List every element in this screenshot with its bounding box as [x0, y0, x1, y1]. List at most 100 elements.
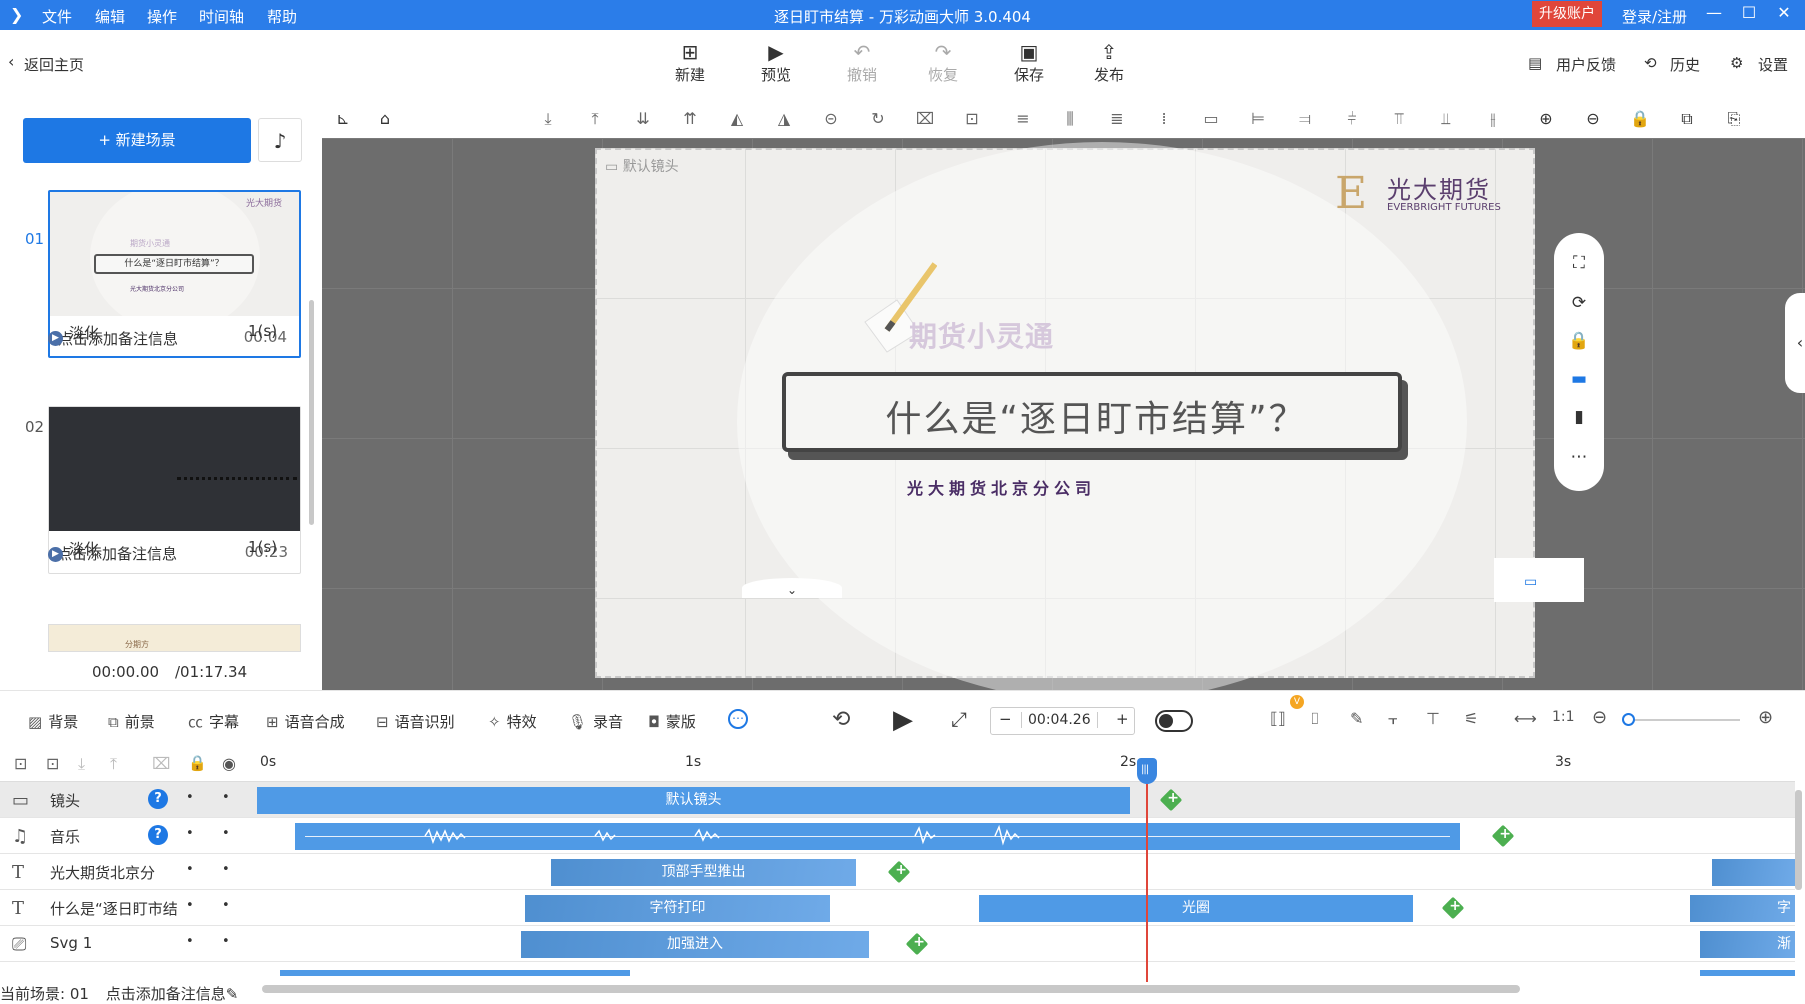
- transition-01[interactable]: ▶ 淡化: [48, 322, 99, 346]
- focus-icon[interactable]: ⊡: [961, 108, 983, 130]
- track-camera[interactable]: ▭ 镜头 ? • •: [0, 782, 255, 818]
- clip-title-typing[interactable]: 字符打印: [525, 895, 830, 922]
- clip-svg-enter[interactable]: 加强进入: [521, 931, 869, 958]
- camera-icon[interactable]: ⌷: [1310, 709, 1320, 729]
- music-note-icon[interactable]: ♪: [258, 118, 302, 162]
- track-text-title[interactable]: T 什么是“逐日盯市结 • •: [0, 890, 255, 926]
- align-bottom-icon[interactable]: ⤓: [537, 108, 559, 130]
- replay-icon[interactable]: ⟲: [832, 707, 850, 732]
- scene-panel-scrollbar[interactable]: [309, 300, 314, 525]
- redo-button[interactable]: ↷ 恢复: [911, 40, 975, 85]
- add-layer-icon[interactable]: ⊡: [46, 754, 59, 773]
- settings-link[interactable]: 设置: [1758, 54, 1788, 75]
- undo-button[interactable]: ↶ 撤销: [830, 40, 894, 85]
- delete-icon[interactable]: ⌧: [914, 108, 936, 130]
- rotate-icon[interactable]: ↻: [867, 108, 889, 130]
- fit-screen-icon[interactable]: ⛶: [1567, 251, 1591, 275]
- lock-icon[interactable]: 🔒: [1567, 329, 1591, 353]
- clip-title-halo[interactable]: 光圈: [979, 895, 1413, 922]
- back-arrow-icon[interactable]: ‹: [8, 52, 14, 71]
- clip-partial-row-right[interactable]: [1700, 970, 1795, 976]
- play-icon[interactable]: ▶: [893, 705, 913, 735]
- clip-svg-next[interactable]: 渐: [1700, 931, 1795, 958]
- move-down-icon[interactable]: ⇊: [632, 108, 654, 130]
- help-icon[interactable]: ?: [148, 825, 168, 845]
- center-h-icon[interactable]: ⫲: [1482, 108, 1504, 130]
- add-keyframe-icon[interactable]: [905, 932, 929, 956]
- collapse-panel-icon[interactable]: ‹: [1785, 293, 1805, 393]
- add-folder-icon[interactable]: ⊡: [14, 754, 27, 773]
- feedback-link[interactable]: 用户反馈: [1556, 54, 1616, 75]
- adjust-icon[interactable]: ⚟: [1464, 709, 1478, 728]
- tts-button[interactable]: ⊞ 语音合成: [266, 711, 345, 732]
- background-button[interactable]: ▨ 背景: [28, 711, 78, 732]
- status-edit-icon[interactable]: ✎: [226, 985, 239, 1003]
- clip-music[interactable]: [295, 823, 1460, 850]
- track-text-company[interactable]: T 光大期货北京分 • •: [0, 854, 255, 890]
- help-icon[interactable]: ?: [148, 789, 168, 809]
- add-keyframe-icon[interactable]: [1491, 824, 1515, 848]
- canvas-subtitle[interactable]: 期货小灵通: [909, 315, 1054, 355]
- new-button[interactable]: ⊞ 新建: [658, 40, 722, 85]
- time-plus-button[interactable]: +: [1116, 710, 1129, 728]
- status-note[interactable]: 点击添加备注信息: [106, 985, 226, 1003]
- timeline-vertical-scrollbar[interactable]: [1795, 790, 1802, 890]
- timeline-toggle[interactable]: [1155, 710, 1193, 732]
- clip-title-next[interactable]: 字: [1690, 895, 1795, 922]
- distribute-v-icon[interactable]: ⁞: [1153, 108, 1175, 130]
- ratio-icon[interactable]: 1:1: [1552, 709, 1575, 725]
- lock-icon[interactable]: 🔒: [1629, 108, 1651, 130]
- speech-recognition-button[interactable]: ⊟ 语音识别: [376, 711, 455, 732]
- zoom-in-icon[interactable]: ⊕: [1535, 108, 1557, 130]
- new-scene-button[interactable]: + 新建场景: [23, 118, 251, 163]
- settings-icon[interactable]: ⚙: [1730, 54, 1743, 72]
- align-right-icon[interactable]: ⫤: [1294, 108, 1316, 130]
- minimap[interactable]: ▭: [1494, 558, 1584, 602]
- playhead-handle[interactable]: |||: [1137, 758, 1157, 784]
- save-button[interactable]: ▣ 保存: [997, 40, 1061, 85]
- maximize-icon[interactable]: ☐: [1735, 3, 1763, 22]
- add-keyframe-icon[interactable]: [1159, 788, 1183, 812]
- portrait-icon[interactable]: ▮: [1567, 405, 1591, 429]
- add-keyframe-icon[interactable]: [1441, 896, 1465, 920]
- top-edge-icon[interactable]: ⫪: [1388, 108, 1410, 130]
- foreground-button[interactable]: ⧉ 前景: [108, 711, 155, 732]
- login-register-link[interactable]: 登录/注册: [1622, 6, 1687, 27]
- playhead[interactable]: [1146, 760, 1148, 982]
- move-up-icon[interactable]: ⇈: [679, 108, 701, 130]
- minimize-icon[interactable]: —: [1700, 3, 1728, 22]
- same-width-icon[interactable]: ▭: [1200, 108, 1222, 130]
- fullscreen-icon[interactable]: ⤢: [951, 707, 967, 731]
- subtitle-button[interactable]: ㏄字幕: [188, 711, 239, 732]
- delete-track-icon[interactable]: ⌧: [152, 754, 170, 773]
- preview-button[interactable]: ▶ 预览: [744, 40, 808, 85]
- align-center-h-icon[interactable]: ≡: [1012, 108, 1034, 130]
- lock-all-icon[interactable]: 🔒: [188, 754, 207, 772]
- time-value[interactable]: 00:04.26: [1021, 712, 1098, 728]
- zoom-in-circle-icon[interactable]: ⊕: [1758, 707, 1773, 728]
- record-button[interactable]: 🎙 录音: [568, 711, 623, 732]
- clip-partial-row[interactable]: [280, 970, 630, 976]
- scene-card-03[interactable]: 分期方: [48, 624, 301, 652]
- copy-icon[interactable]: ⧉: [1676, 108, 1698, 130]
- distribute-h-icon[interactable]: ⫼: [1059, 108, 1081, 130]
- close-icon[interactable]: ✕: [1770, 3, 1798, 22]
- flip-h-icon[interactable]: ◭: [726, 108, 748, 130]
- collapse-down-icon[interactable]: ⌄: [742, 578, 842, 598]
- filter-icon[interactable]: ⊤: [1426, 709, 1440, 728]
- effects-button[interactable]: ✧ 特效: [488, 711, 537, 732]
- center-v-icon[interactable]: ⫩: [1341, 108, 1363, 130]
- back-home-link[interactable]: 返回主页: [24, 54, 84, 75]
- fit-width-icon[interactable]: ⟷: [1514, 709, 1537, 728]
- home-icon[interactable]: ⌂: [374, 108, 396, 130]
- mask-button[interactable]: ◘ 蒙版: [648, 711, 696, 732]
- more-icon[interactable]: ⋯: [1567, 445, 1591, 469]
- time-minus-button[interactable]: −: [999, 710, 1012, 728]
- history-icon[interactable]: ⟲: [1644, 54, 1657, 72]
- timeline-zoom-slider[interactable]: [1625, 719, 1740, 721]
- track-svg[interactable]: ⎚ Svg 1 • •: [0, 926, 255, 962]
- bottom-edge-icon[interactable]: ⫫: [1435, 108, 1457, 130]
- split-icon[interactable]: ⫟: [1388, 709, 1398, 729]
- more-options-icon[interactable]: ⋯: [728, 709, 748, 729]
- zoom-out-circle-icon[interactable]: ⊖: [1592, 707, 1607, 728]
